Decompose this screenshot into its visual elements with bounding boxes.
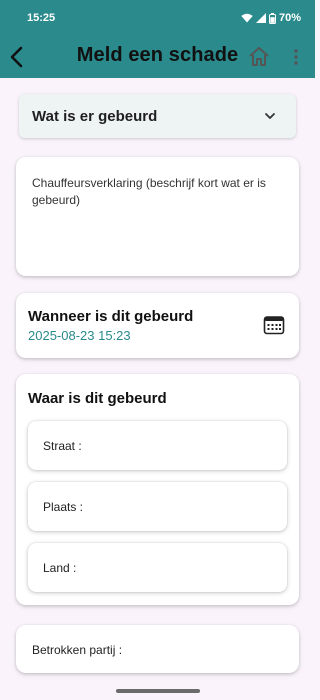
involved-party-input[interactable]: Betrokken partij : xyxy=(16,625,299,673)
street-label: Straat : xyxy=(43,438,82,453)
dropdown-label: Wat is er gebeurd xyxy=(32,107,158,125)
location-card: Waar is dit gebeurd Straat : Plaats : La… xyxy=(16,374,299,605)
battery-icon xyxy=(268,12,276,24)
street-input[interactable]: Straat : xyxy=(28,421,287,470)
signal-icon xyxy=(255,13,266,23)
city-label: Plaats : xyxy=(43,499,84,514)
location-title: Waar is dit gebeurd xyxy=(28,390,167,407)
wifi-icon xyxy=(241,13,253,23)
home-icon[interactable] xyxy=(247,45,271,69)
date-value: 2025-08-23 15:23 xyxy=(28,328,131,343)
app-bar: Meld een schade xyxy=(0,36,315,78)
date-picker-card[interactable]: Wanneer is dit gebeurd 2025-08-23 15:23 xyxy=(16,293,299,358)
date-title: Wanneer is dit gebeurd xyxy=(28,308,194,325)
more-vert-icon[interactable] xyxy=(289,46,303,68)
battery-percent: 70% xyxy=(278,12,301,24)
country-input[interactable]: Land : xyxy=(28,543,287,592)
gesture-nav-handle[interactable] xyxy=(116,689,200,693)
driver-statement-field[interactable]: Chauffeursverklaring (beschrijf kort wat… xyxy=(16,157,299,276)
involved-party-label: Betrokken partij : xyxy=(32,643,123,657)
chevron-down-icon xyxy=(265,113,275,119)
calendar-icon[interactable] xyxy=(263,315,285,335)
country-label: Land : xyxy=(43,560,77,575)
status-time: 15:25 xyxy=(27,12,56,24)
status-icons: 70% xyxy=(241,12,301,24)
status-bar: 15:25 70% xyxy=(0,0,315,36)
city-input[interactable]: Plaats : xyxy=(28,482,287,531)
incident-type-dropdown[interactable]: Wat is er gebeurd xyxy=(19,94,296,138)
driver-statement-placeholder: Chauffeursverklaring (beschrijf kort wat… xyxy=(32,176,266,207)
